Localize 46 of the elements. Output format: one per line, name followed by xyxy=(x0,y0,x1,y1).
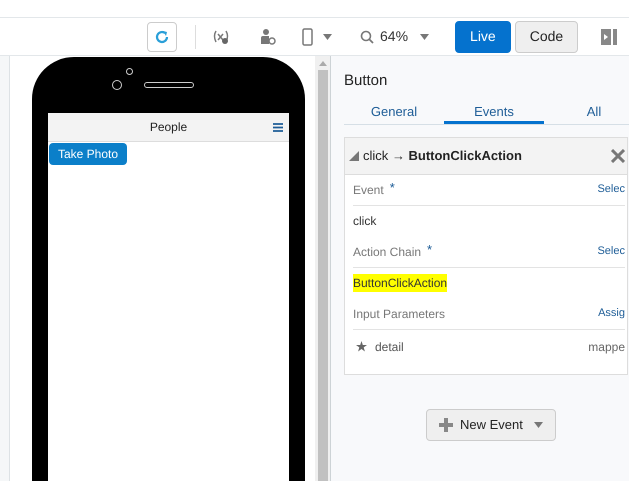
page-title: People xyxy=(150,119,188,136)
mode-button[interactable]: Code xyxy=(514,20,578,52)
event-card-title: click → ButtonClickAction xyxy=(363,146,522,165)
scrollbar-thumb[interactable] xyxy=(318,70,328,481)
parameter-name: detail xyxy=(375,338,404,356)
required-mark: * xyxy=(427,242,432,256)
zoom-button[interactable]: 64% xyxy=(360,26,430,47)
refresh-icon xyxy=(154,28,170,44)
speaker-icon xyxy=(144,82,194,88)
caret-icon xyxy=(420,34,430,40)
panel-title: Button xyxy=(344,71,388,91)
new-event-button[interactable]: New Event xyxy=(426,408,556,440)
sensor-icon xyxy=(126,68,133,75)
collapse-icon xyxy=(349,150,359,160)
field-label: Action Chain xyxy=(353,244,422,260)
person-gear-icon xyxy=(260,28,276,46)
mode-button[interactable]: Live xyxy=(455,20,511,52)
caret-icon xyxy=(323,34,332,40)
required-mark: * xyxy=(390,180,395,194)
field-label: Input Parameters xyxy=(353,306,446,322)
menu-icon[interactable] xyxy=(273,122,283,132)
field-value: ButtonClickAction xyxy=(353,274,448,292)
parameter-value: mappe xyxy=(588,338,625,356)
panel-icon xyxy=(601,28,618,46)
field-label: Event xyxy=(353,182,384,198)
caret-icon xyxy=(534,422,543,428)
field-value: click xyxy=(353,213,376,230)
close-icon[interactable] xyxy=(611,148,625,162)
scroll-up-icon[interactable] xyxy=(318,61,326,66)
device-button[interactable] xyxy=(302,28,332,46)
tab[interactable]: General xyxy=(344,102,444,124)
field-link[interactable]: Selec xyxy=(597,243,625,260)
field-link[interactable]: Assig xyxy=(598,305,625,322)
event-card-header[interactable]: click → ButtonClickAction xyxy=(345,138,627,174)
star-icon xyxy=(356,341,367,352)
panel-toggle-button[interactable] xyxy=(600,26,618,46)
search-icon xyxy=(360,30,374,44)
tab[interactable]: Events xyxy=(444,102,544,124)
plus-icon xyxy=(439,418,453,432)
field-link[interactable]: Selec xyxy=(597,181,625,198)
camera-icon xyxy=(112,80,122,90)
take-photo-button[interactable]: Take Photo xyxy=(49,143,128,165)
refresh-button[interactable] xyxy=(147,22,177,52)
phone-icon xyxy=(302,28,313,46)
tab[interactable]: All xyxy=(544,102,629,124)
variable-icon xyxy=(212,28,230,44)
